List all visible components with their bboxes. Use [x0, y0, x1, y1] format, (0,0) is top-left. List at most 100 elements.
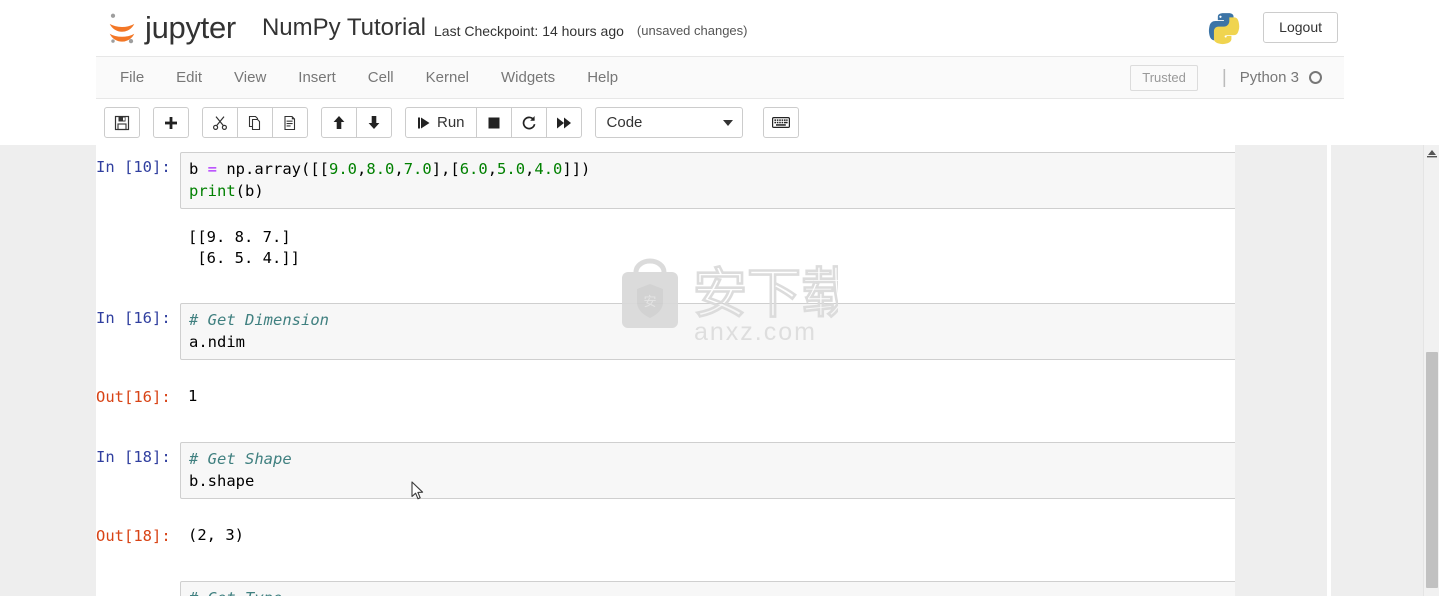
left-page-gutter [0, 145, 96, 596]
menu-item-widgets[interactable]: Widgets [485, 59, 571, 97]
code-token: 7.0 [403, 160, 432, 178]
notebook-sheet[interactable]: In [10]: b = np.array([[9.0,8.0,7.0],[6.0… [96, 145, 1331, 596]
header-right-group: Logout [1207, 11, 1344, 45]
paste-cell-button[interactable] [272, 107, 308, 138]
insert-cell-button[interactable] [153, 107, 189, 138]
cell-input-prompt: In [18]: [96, 448, 171, 466]
toolbar-group-palette [762, 107, 799, 138]
save-button[interactable] [104, 107, 140, 138]
arrow-down-icon [368, 116, 380, 129]
move-cell-up-button[interactable] [321, 107, 357, 138]
cell-editor[interactable]: # Get Dimension a.ndim [180, 303, 1301, 360]
code-token: = [207, 160, 218, 178]
menu-item-cell[interactable]: Cell [352, 59, 410, 97]
menu-item-edit[interactable]: Edit [160, 59, 218, 97]
menu-bar: File Edit View Insert Cell Kernel Widget… [96, 56, 1344, 99]
code-token: ]]) [562, 160, 591, 178]
python-logo [1209, 12, 1240, 44]
menu-item-view[interactable]: View [218, 59, 282, 97]
code-token: 8.0 [366, 160, 395, 178]
code-cell[interactable]: In [10]: b = np.array([[9.0,8.0,7.0],[6.0… [96, 152, 1331, 209]
menu-separator: | [1221, 67, 1227, 88]
scroll-up-arrow-icon[interactable] [1426, 148, 1438, 158]
vertical-scrollbar[interactable] [1423, 145, 1439, 596]
output-text: [[9. 8. 7.] [6. 5. 4.]] [188, 228, 300, 267]
code-token: # Get Dimension [189, 311, 329, 329]
menu-item-insert[interactable]: Insert [282, 59, 352, 97]
menu-item-file[interactable]: File [104, 59, 160, 97]
cell-input-prompt: In [10]: [96, 158, 171, 176]
run-cell-button[interactable]: Run [405, 107, 477, 138]
copy-cell-button[interactable] [237, 107, 273, 138]
right-page-gutter [1235, 145, 1327, 596]
interrupt-kernel-button[interactable] [475, 107, 512, 138]
copy-icon [248, 115, 261, 130]
output-area: [[9. 8. 7.] [6. 5. 4.]] [180, 223, 1301, 269]
cell-result-output: Out[16]: 1 [96, 382, 1331, 408]
toolbar-group-save [104, 107, 140, 138]
stop-square-icon [488, 117, 500, 128]
cell-source: # Get Type a.dtype [189, 587, 1294, 596]
jupyter-wordmark[interactable]: jupyter [145, 10, 236, 46]
code-token: b.shape [189, 472, 255, 490]
last-checkpoint-label: Last Checkpoint: 14 hours ago [434, 22, 624, 39]
cell-type-value: Code [606, 114, 643, 131]
code-token: ],[ [431, 160, 460, 178]
notebook-toolbar: Run Code [96, 100, 1344, 145]
cell-editor[interactable]: # Get Shape b.shape [180, 442, 1301, 499]
code-cell[interactable]: In [16]: # Get Dimension a.ndim [96, 303, 1331, 360]
vertical-scrollbar-thumb[interactable] [1426, 352, 1438, 588]
cell-input-prompt: In [16]: [96, 309, 171, 327]
logout-button[interactable]: Logout [1263, 12, 1338, 43]
code-token: # Get Type [189, 589, 282, 596]
fast-forward-icon [556, 117, 571, 128]
toolbar-group-run: Run [405, 107, 582, 138]
cell-source: # Get Shape b.shape [189, 448, 1294, 492]
menu-item-kernel[interactable]: Kernel [410, 59, 485, 97]
kernel-idle-circle-icon[interactable] [1309, 71, 1322, 84]
scissors-icon [212, 115, 227, 130]
run-icon [418, 117, 430, 128]
code-token: , [525, 160, 535, 178]
menu-item-help[interactable]: Help [571, 59, 634, 97]
cell-output-prompt [96, 223, 180, 227]
output-area: (2, 3) [180, 521, 1301, 546]
code-token: , [487, 160, 498, 178]
cell-output-prompt: Out[18]: [96, 527, 171, 545]
notebook-title[interactable]: NumPy Tutorial [262, 14, 426, 42]
code-token: .array([[ [245, 160, 330, 178]
code-token: a.ndim [189, 333, 245, 351]
restart-run-all-button[interactable] [545, 107, 582, 138]
code-token: , [394, 160, 404, 178]
cell-source: b = np.array([[9.0,8.0,7.0],[6.0,5.0,4.0… [189, 158, 1294, 202]
cell-result-output: Out[18]: (2, 3) [96, 521, 1331, 547]
cell-type-select[interactable]: Code [594, 107, 743, 138]
keyboard-icon [771, 117, 790, 129]
cut-cell-button[interactable] [202, 107, 238, 138]
code-cell[interactable]: In [18]: # Get Shape b.shape [96, 442, 1331, 499]
jupyter-logo[interactable] [105, 10, 139, 46]
cell-input-prompt [96, 581, 180, 585]
run-button-label: Run [437, 114, 465, 131]
output-text: (2, 3) [188, 526, 244, 544]
cell-editor[interactable]: b = np.array([[9.0,8.0,7.0],[6.0,5.0,4.0… [180, 152, 1301, 209]
notebook-body: In [10]: b = np.array([[9.0,8.0,7.0],[6.0… [0, 145, 1439, 596]
code-token: # Get Shape [189, 450, 292, 468]
app-chrome: jupyter NumPy Tutorial Last Checkpoint: … [0, 0, 1439, 146]
code-cell[interactable]: # Get Type a.dtype [96, 581, 1331, 596]
code-token: 5.0 [497, 160, 526, 178]
restart-kernel-button[interactable] [510, 107, 547, 138]
open-command-palette-button[interactable] [762, 107, 799, 138]
trusted-badge[interactable]: Trusted [1130, 64, 1198, 91]
move-cell-down-button[interactable] [356, 107, 392, 138]
cell-editor[interactable]: # Get Type a.dtype [180, 581, 1301, 596]
restart-icon [522, 115, 535, 129]
cell-source: # Get Dimension a.ndim [189, 309, 1294, 353]
kernel-name-label: Python 3 [1239, 69, 1299, 86]
arrow-up-icon [333, 116, 345, 129]
